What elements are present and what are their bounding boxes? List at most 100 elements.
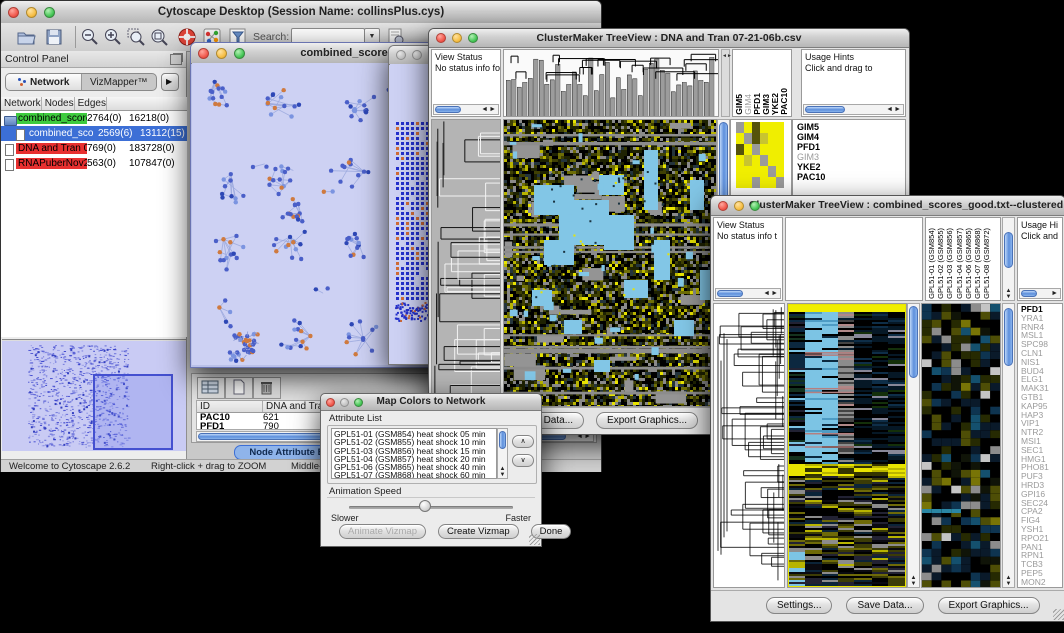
treeview1-splitter[interactable]: ◄► xyxy=(721,49,730,117)
resize-grip[interactable] xyxy=(529,534,540,545)
array-label[interactable]: GPL51-04 (GSM857) xyxy=(955,228,964,299)
gene-label[interactable]: YSH1 xyxy=(1021,525,1062,534)
column-label[interactable]: GIM3 xyxy=(761,94,770,115)
close-icon[interactable] xyxy=(198,48,209,59)
gene-label[interactable]: HMG1 xyxy=(1021,455,1062,464)
gene-label[interactable]: SEC1 xyxy=(1021,446,1062,455)
gene-label[interactable]: RPO21 xyxy=(1021,534,1062,543)
treeview1-row-dendrogram[interactable] xyxy=(431,119,501,407)
gene-label[interactable]: GIM5 xyxy=(797,122,905,132)
gene-label[interactable]: CPA2 xyxy=(1021,507,1062,516)
network-row[interactable]: DNA and Tran 07 769(0) 183728(0) xyxy=(1,141,187,156)
close-icon[interactable] xyxy=(396,50,406,60)
treeview2-titlebar[interactable]: ClusterMaker TreeView : combined_scores_… xyxy=(711,196,1064,216)
dialog-button[interactable]: Animate Vizmap xyxy=(339,524,426,539)
gene-label[interactable]: SPC98 xyxy=(1021,340,1062,349)
minimize-icon[interactable] xyxy=(26,7,37,18)
resize-grip[interactable] xyxy=(1053,609,1064,620)
usage-hints-hscrollbar[interactable]: ► xyxy=(1019,288,1061,299)
treeview2-global-heatmap[interactable] xyxy=(787,303,907,588)
treeview2-button[interactable]: Settings... xyxy=(766,597,832,614)
treeview1-heatmap[interactable] xyxy=(503,119,717,407)
attribute-list[interactable]: GPL51-01 (GSM854) heat shock 05 minGPL51… xyxy=(331,428,497,479)
gene-label[interactable]: RPN1 xyxy=(1021,551,1062,560)
zoom-selected-icon[interactable] xyxy=(125,26,147,48)
gene-label[interactable]: GIM3 xyxy=(797,152,905,162)
zoom-fit-icon[interactable] xyxy=(148,26,170,48)
treeview2-zoom-vscrollbar[interactable]: ▲▼ xyxy=(1002,303,1015,588)
main-titlebar[interactable]: Cytoscape Desktop (Session Name: collins… xyxy=(1,1,601,24)
treeview2-zoom-heatmap[interactable] xyxy=(921,303,1001,588)
treeview2-label-vscrollbar[interactable]: ▲▼ xyxy=(1002,217,1015,301)
gene-label[interactable]: PEP5 xyxy=(1021,569,1062,578)
gene-label[interactable]: PFD1 xyxy=(797,142,905,152)
speed-slider-track[interactable] xyxy=(349,506,513,509)
gene-label[interactable]: KAP95 xyxy=(1021,402,1062,411)
gene-label[interactable]: GTB1 xyxy=(1021,393,1062,402)
move-down-button[interactable]: ∨ xyxy=(512,454,534,467)
speed-slider-thumb[interactable] xyxy=(419,500,431,512)
minimize-icon[interactable] xyxy=(452,33,462,43)
network-row[interactable]: RNAPuberNov2+ 563(0) 107847(0) xyxy=(1,156,187,171)
treeview1-titlebar[interactable]: ClusterMaker TreeView : DNA and Tran 07-… xyxy=(429,29,909,48)
gene-label[interactable]: GIM4 xyxy=(797,132,905,142)
gene-label-selected[interactable]: PFD1 xyxy=(1021,305,1062,314)
treeview2-column-dendrogram[interactable] xyxy=(785,217,923,301)
gene-label[interactable]: FIG4 xyxy=(1021,516,1062,525)
array-label[interactable]: GPL51-07 (GSM868) xyxy=(973,228,982,299)
array-label[interactable]: GPL51-02 (GSM855) xyxy=(936,228,945,299)
close-icon[interactable] xyxy=(718,201,728,211)
attribute-list-item[interactable]: GPL51-07 (GSM868) heat shock 60 min xyxy=(334,471,496,479)
view-status-hscrollbar[interactable]: ◄► xyxy=(715,288,781,299)
treeview2-button[interactable]: Save Data... xyxy=(846,597,923,614)
treeview1-column-dendrogram[interactable] xyxy=(503,49,719,117)
gene-label[interactable]: PAN1 xyxy=(1021,543,1062,552)
trash-icon[interactable] xyxy=(253,377,281,399)
gene-label[interactable]: PHO81 xyxy=(1021,463,1062,472)
zoom-in-icon[interactable] xyxy=(102,26,124,48)
column-label[interactable]: GIM4 xyxy=(743,94,752,115)
gene-label[interactable]: ELG1 xyxy=(1021,375,1062,384)
minimize-icon[interactable] xyxy=(412,50,422,60)
gene-label[interactable]: CLN1 xyxy=(1021,349,1062,358)
open-folder-icon[interactable] xyxy=(15,26,37,48)
gene-label[interactable]: BUD4 xyxy=(1021,367,1062,376)
tab-overflow-button[interactable]: ▶ xyxy=(161,73,179,91)
zoom-window-icon[interactable] xyxy=(750,201,760,211)
gene-label[interactable]: MSI1 xyxy=(1021,437,1062,446)
attribute-list-vscrollbar[interactable]: ▲▼ xyxy=(497,428,508,479)
dialog-titlebar[interactable]: Map Colors to Network xyxy=(321,394,541,411)
column-label[interactable]: PAC10 xyxy=(779,88,788,115)
close-icon[interactable] xyxy=(326,398,335,407)
treeview1-button[interactable]: Export Graphics... xyxy=(596,412,698,429)
new-attribute-icon[interactable] xyxy=(225,377,253,399)
gene-label[interactable]: MAK31 xyxy=(1021,384,1062,393)
gene-label[interactable]: TCB3 xyxy=(1021,560,1062,569)
array-label[interactable]: GPL51-03 (GSM856) xyxy=(945,228,954,299)
zoom-window-icon[interactable] xyxy=(234,48,245,59)
column-header[interactable]: Nodes xyxy=(42,97,75,110)
zoom-out-icon[interactable] xyxy=(79,26,101,48)
gene-label[interactable]: SEC24 xyxy=(1021,499,1062,508)
id-column-header[interactable]: ID xyxy=(197,401,263,412)
usage-hints-hscrollbar[interactable]: ◄► xyxy=(803,104,904,115)
column-header[interactable]: Network xyxy=(1,97,42,110)
treeview2-global-vscrollbar[interactable]: ▲▼ xyxy=(907,303,920,588)
gene-label[interactable]: NIS1 xyxy=(1021,358,1062,367)
gene-label[interactable]: HAP3 xyxy=(1021,411,1062,420)
gene-label[interactable]: MON2 xyxy=(1021,578,1062,587)
gene-label[interactable]: YKE2 xyxy=(797,162,905,172)
gene-label[interactable]: PUF3 xyxy=(1021,472,1062,481)
float-panel-icon[interactable] xyxy=(170,54,182,65)
gene-label[interactable]: RNR4 xyxy=(1021,323,1062,332)
gene-label[interactable]: VIP1 xyxy=(1021,419,1062,428)
zoom-window-icon[interactable] xyxy=(354,398,363,407)
gene-label[interactable]: HRD3 xyxy=(1021,481,1062,490)
dialog-button[interactable]: Create Vizmap xyxy=(438,524,519,539)
zoom-window-icon[interactable] xyxy=(44,7,55,18)
network-row[interactable]: combined_sco 2569(6) 13112(15) xyxy=(1,126,187,141)
attribute-select-icon[interactable] xyxy=(197,377,225,399)
treeview2-row-dendrogram[interactable] xyxy=(713,303,785,588)
save-icon[interactable] xyxy=(43,26,65,48)
gene-label[interactable]: MSL1 xyxy=(1021,331,1062,340)
